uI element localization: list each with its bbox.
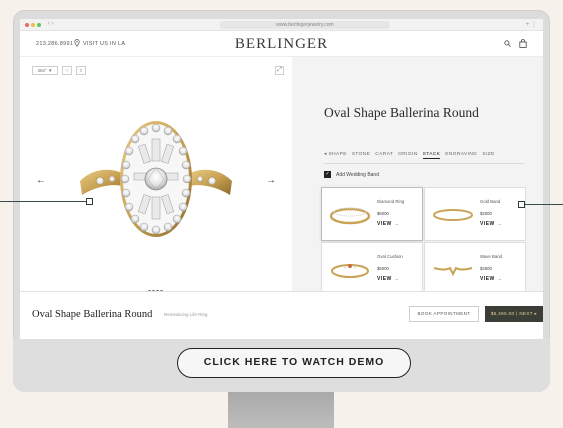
band-price: $5000 bbox=[377, 266, 389, 271]
view-360-toggle[interactable]: 360° ▼ bbox=[32, 66, 58, 75]
screen: ‹ › www.berlingerjewelry.com + ⋮ 213.286… bbox=[20, 19, 543, 339]
mockup-stage: ‹ › www.berlingerjewelry.com + ⋮ 213.286… bbox=[0, 0, 563, 428]
step-stack[interactable]: STACK bbox=[422, 152, 441, 159]
callout-line-left bbox=[0, 201, 88, 202]
product-title: Oval Shape Ballerina Round bbox=[324, 105, 479, 120]
search-icon[interactable] bbox=[504, 40, 511, 47]
band-name: Gold Band bbox=[480, 199, 501, 204]
band-card[interactable]: Gold Band $2000 VIEW → bbox=[424, 187, 526, 241]
band-view-link[interactable]: VIEW → bbox=[480, 276, 502, 282]
wishlist-heart-icon[interactable]: ♡ bbox=[62, 66, 72, 75]
band-view-link[interactable]: VIEW → bbox=[377, 221, 399, 227]
maximize-window-icon[interactable] bbox=[37, 23, 41, 27]
band-name: Oval Cushion bbox=[377, 254, 403, 259]
gallery-next-arrow[interactable]: → bbox=[266, 175, 276, 186]
cushion-band-image bbox=[331, 264, 369, 278]
step-shape[interactable]: ◂ SHAPE bbox=[324, 152, 347, 159]
address-bar[interactable]: www.berlingerjewelry.com bbox=[220, 21, 390, 29]
band-price: $2000 bbox=[480, 211, 492, 216]
watch-demo-button[interactable]: CLICK HERE TO WATCH DEMO bbox=[177, 348, 411, 378]
gold-band-image bbox=[433, 209, 473, 221]
browser-menu-icon[interactable]: + ⋮ bbox=[526, 21, 537, 28]
product-details-panel: Oval Shape Ballerina Round ◂ SHAPE STONE… bbox=[292, 57, 543, 296]
step-size[interactable]: SIZE bbox=[482, 152, 494, 159]
callout-marker-right bbox=[518, 201, 525, 208]
price-next-button[interactable]: $5,495.00 | NEXT ▸ bbox=[485, 306, 543, 322]
diamond-band-image bbox=[329, 207, 371, 225]
monitor-stand bbox=[228, 392, 334, 428]
band-options: Diamond Ring $6000 VIEW → Gold Band $200… bbox=[321, 187, 526, 297]
bottom-product-title: Oval Shape Ballerina Round bbox=[32, 309, 153, 320]
band-price: $2500 bbox=[480, 266, 492, 271]
add-band-checkbox[interactable]: ✓ bbox=[324, 171, 331, 178]
ring-image bbox=[80, 121, 232, 237]
book-appointment-button[interactable]: BOOK APPOINTMENT bbox=[409, 306, 479, 322]
band-name: Diamond Ring bbox=[377, 199, 405, 204]
wave-band-image bbox=[433, 266, 473, 277]
band-view-link[interactable]: VIEW → bbox=[377, 276, 399, 282]
band-view-link[interactable]: VIEW → bbox=[480, 221, 502, 227]
band-card[interactable]: Oval Cushion $5000 VIEW → bbox=[321, 242, 423, 296]
configurator-steps: ◂ SHAPE STONE CARAT ORIGIN STACK ENGRAVI… bbox=[324, 152, 495, 159]
close-window-icon[interactable] bbox=[25, 23, 29, 27]
band-card[interactable]: Diamond Ring $6000 VIEW → bbox=[321, 187, 423, 241]
callout-marker-left bbox=[86, 198, 93, 205]
step-engraving[interactable]: ENGRAVING bbox=[445, 152, 477, 159]
band-price: $6000 bbox=[377, 211, 389, 216]
bottom-product-subtitle: Reminiscing Life Ring bbox=[164, 312, 208, 317]
brand-logo[interactable]: BERLINGER bbox=[20, 36, 543, 53]
site-header: 213.286.8991 VISIT US IN LA BERLINGER bbox=[20, 31, 543, 57]
share-icon[interactable]: ⇪ bbox=[76, 66, 86, 75]
product-gallery: 360° ▼ ♡ ⇪ ⤢ ← → bbox=[20, 57, 292, 293]
shopping-bag-icon[interactable] bbox=[519, 39, 527, 48]
add-band-label: Add Wedding Band bbox=[336, 172, 379, 178]
step-stone[interactable]: STONE bbox=[352, 152, 370, 159]
band-name: Wave Band bbox=[480, 254, 503, 259]
browser-chrome: ‹ › www.berlingerjewelry.com + ⋮ bbox=[20, 19, 543, 31]
step-carat[interactable]: CARAT bbox=[375, 152, 393, 159]
band-card[interactable]: Wave Band $2500 VIEW → bbox=[424, 242, 526, 296]
expand-icon[interactable]: ⤢ bbox=[275, 66, 284, 75]
minimize-window-icon[interactable] bbox=[31, 23, 35, 27]
steps-divider bbox=[324, 163, 524, 164]
browser-nav-arrows-icon[interactable]: ‹ › bbox=[48, 21, 54, 27]
product-bottom-bar: Oval Shape Ballerina Round Reminiscing L… bbox=[20, 291, 543, 339]
callout-line-right bbox=[524, 204, 563, 205]
step-origin[interactable]: ORIGIN bbox=[398, 152, 417, 159]
gallery-prev-arrow[interactable]: ← bbox=[36, 175, 46, 186]
